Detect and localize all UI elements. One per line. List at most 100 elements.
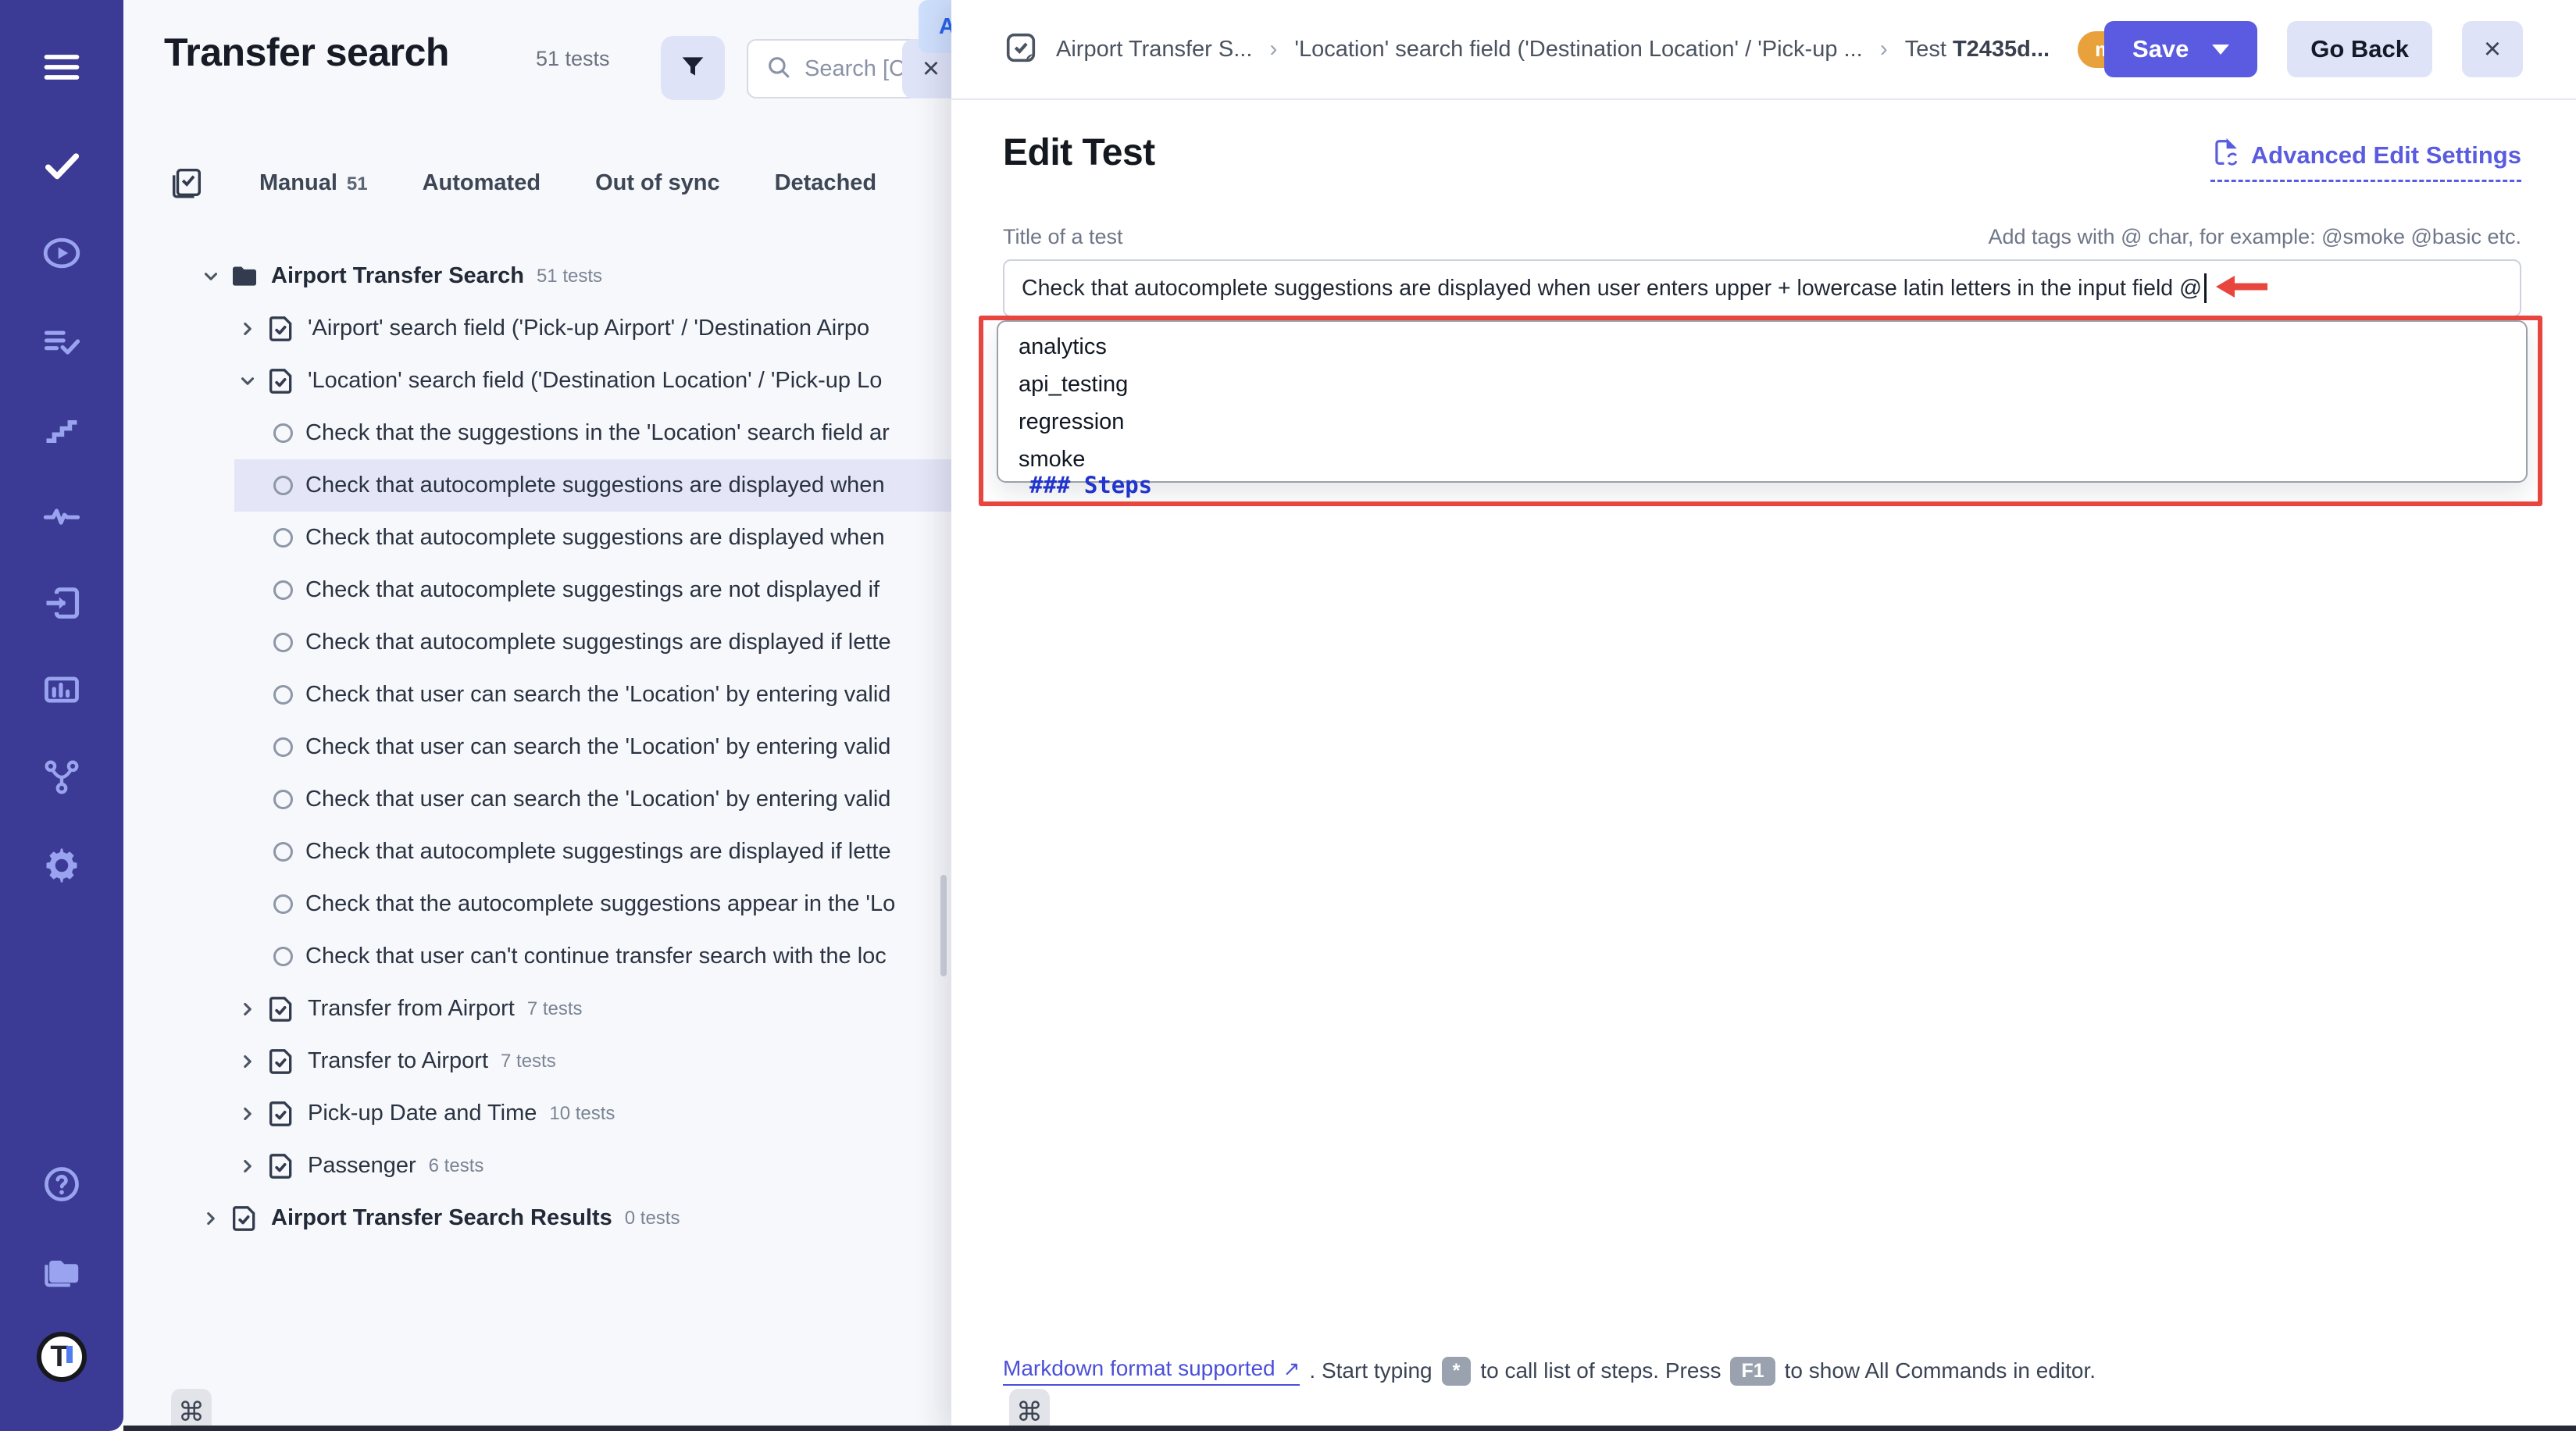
tree-item-count: 10 tests	[549, 1103, 615, 1125]
text-cursor	[2204, 273, 2207, 303]
filter-button[interactable]	[661, 36, 725, 100]
tree-item-label: Check that user can't continue transfer …	[305, 944, 887, 969]
chevron-right-icon[interactable]	[234, 319, 261, 339]
funnel-icon	[677, 51, 708, 86]
test-title-input[interactable]: Check that autocomplete suggestions are …	[1003, 259, 2521, 317]
tree-test-case[interactable]: Check that the suggestions in the 'Locat…	[234, 407, 951, 459]
tree-item-label: Check that autocomplete suggestings are …	[305, 839, 891, 865]
breadcrumb-test[interactable]: Test T2435d...	[1905, 37, 2050, 62]
tree-test-case[interactable]: Check that autocomplete suggestions are …	[234, 459, 951, 512]
tree-item-label: Check that the suggestions in the 'Locat…	[305, 420, 890, 446]
reports-bar-chart-icon[interactable]	[0, 662, 123, 717]
tree-test-case[interactable]: Check that autocomplete suggestings are …	[234, 616, 951, 669]
milestones-steps-icon[interactable]	[0, 401, 123, 456]
branch-icon[interactable]	[0, 750, 123, 805]
tree-suite[interactable]: Passenger6 tests	[123, 1140, 951, 1192]
breadcrumb-project[interactable]: Airport Transfer S...	[1056, 37, 1252, 62]
command-key-badge: ⌘	[171, 1389, 212, 1431]
settings-gear-icon[interactable]	[0, 838, 123, 893]
tree-test-case[interactable]: Check that autocomplete suggestions are …	[234, 512, 951, 564]
tree-item-count: 0 tests	[625, 1208, 680, 1229]
tree-item-count: 7 tests	[501, 1051, 556, 1072]
title-input-value: Check that autocomplete suggestions are …	[1022, 276, 2202, 302]
tree-item-label: 'Location' search field ('Destination Lo…	[308, 368, 882, 394]
save-dropdown-caret[interactable]	[2212, 45, 2229, 55]
tag-option-smoke[interactable]: smoke	[998, 441, 2526, 478]
tag-option-analytics[interactable]: analytics	[998, 328, 2526, 366]
close-drawer-button[interactable]: ×	[2462, 21, 2523, 77]
chevron-down-icon[interactable]	[234, 371, 261, 391]
chevron-right-icon[interactable]	[234, 1156, 261, 1176]
tab-detached[interactable]: Detached	[775, 170, 877, 196]
test-status-circle-icon	[273, 580, 293, 600]
tag-option-regression[interactable]: regression	[998, 403, 2526, 441]
suite-file-icon	[229, 1203, 260, 1234]
markdown-supported-link[interactable]: Markdown format supported ↗	[1003, 1356, 1300, 1386]
tag-suggestions-dropdown: analyticsapi_testingregressionsmoke	[997, 320, 2528, 483]
chevron-down-icon[interactable]	[198, 266, 224, 287]
tree-suite[interactable]: Pick-up Date and Time10 tests	[123, 1087, 951, 1140]
test-repository-panel: Transfer search 51 tests × Manual51Autom…	[123, 0, 951, 1431]
test-status-circle-icon	[273, 633, 293, 652]
tab-out-of-sync[interactable]: Out of sync	[595, 170, 720, 196]
projects-folder-icon[interactable]	[0, 1244, 123, 1299]
suite-file-icon	[266, 366, 297, 397]
chevron-right-icon[interactable]	[198, 1208, 224, 1229]
tree-suite[interactable]: Airport Transfer Search Results0 tests	[123, 1192, 951, 1244]
title-field-label: Title of a test	[1003, 225, 1123, 249]
test-status-circle-icon	[273, 842, 293, 862]
test-runs-list-check-icon[interactable]	[0, 314, 123, 369]
sign-in-box-icon[interactable]	[0, 576, 123, 630]
tree-item-label: Check that user can search the 'Location…	[305, 682, 890, 708]
chevron-right-icon[interactable]	[234, 1104, 261, 1124]
command-key-badge: ⌘	[1009, 1389, 1050, 1431]
hamburger-menu-icon[interactable]	[0, 40, 123, 95]
save-button[interactable]: Save	[2104, 21, 2257, 77]
suite-file-icon	[266, 1098, 297, 1129]
defects-pulse-icon[interactable]	[0, 488, 123, 543]
tree-item-label: Check that user can search the 'Location…	[305, 734, 890, 760]
tree-test-case[interactable]: Check that user can't continue transfer …	[234, 930, 951, 983]
test-status-circle-icon	[273, 528, 293, 548]
drawer-actions: Save Go Back ×	[2104, 21, 2523, 77]
tag-option-api_testing[interactable]: api_testing	[998, 366, 2526, 403]
tab-pill-active[interactable]: Aut	[919, 0, 951, 53]
tab-manual[interactable]: Manual51	[259, 170, 368, 196]
tree-suite[interactable]: 'Airport' search field ('Pick-up Airport…	[123, 302, 951, 355]
window-bottom-edge	[123, 1426, 2576, 1431]
tab-automated[interactable]: Automated	[423, 170, 541, 196]
tree-item-count: 51 tests	[537, 266, 602, 287]
breadcrumb-suite[interactable]: 'Location' search field ('Destination Lo…	[1294, 37, 1862, 62]
tree-item-label: Check that autocomplete suggestings are …	[305, 577, 879, 603]
tree-suite[interactable]: Transfer to Airport 7 tests	[123, 1035, 951, 1087]
tree-item-label: Transfer to Airport	[308, 1048, 488, 1074]
tree-test-case[interactable]: Check that user can search the 'Location…	[234, 669, 951, 721]
bulk-select-icon[interactable]	[169, 165, 205, 201]
tree-suite[interactable]: Transfer from Airport7 tests	[123, 983, 951, 1035]
app-logo-icon[interactable]: T	[0, 1329, 123, 1384]
search-icon	[765, 54, 792, 84]
go-back-button[interactable]: Go Back	[2287, 21, 2432, 77]
suite-file-icon	[266, 1046, 297, 1077]
tree-test-case[interactable]: Check that user can search the 'Location…	[234, 773, 951, 826]
chevron-right-icon[interactable]	[234, 999, 261, 1019]
tree-test-case[interactable]: Check that the autocomplete suggestions …	[234, 878, 951, 930]
tree-item-label: Check that autocomplete suggestions are …	[305, 473, 885, 498]
tree-item-label: Check that the autocomplete suggestions …	[305, 891, 895, 917]
tree-test-case[interactable]: Check that autocomplete suggestings are …	[234, 564, 951, 616]
tests-check-icon[interactable]	[0, 138, 123, 193]
edit-test-drawer: Airport Transfer S... › 'Location' searc…	[951, 0, 2576, 1431]
main-sidebar: T	[0, 0, 123, 1431]
external-link-icon: ↗	[1283, 1357, 1300, 1381]
chevron-right-icon[interactable]	[234, 1051, 261, 1072]
help-circle-icon[interactable]	[0, 1157, 123, 1212]
advanced-edit-settings-link[interactable]: Advanced Edit Settings	[2210, 137, 2521, 182]
tree-test-case[interactable]: Check that autocomplete suggestings are …	[234, 826, 951, 878]
tree-suite[interactable]: Airport Transfer Search51 tests	[123, 250, 951, 302]
tree-scrollbar[interactable]	[940, 875, 947, 976]
breadcrumb-separator: ›	[1880, 36, 1888, 62]
tree-test-case[interactable]: Check that user can search the 'Location…	[234, 721, 951, 773]
tree-suite[interactable]: 'Location' search field ('Destination Lo…	[123, 355, 951, 407]
tree-item-label: Check that autocomplete suggestions are …	[305, 525, 885, 551]
play-circle-icon[interactable]	[0, 226, 123, 280]
